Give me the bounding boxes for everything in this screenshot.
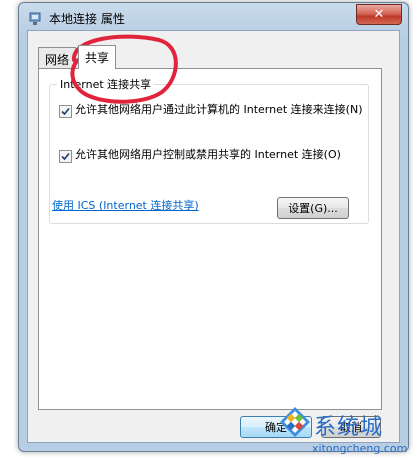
tab-sharing[interactable]: 共享 xyxy=(78,45,117,69)
allow-control-label: 允许其他网络用户控制或禁用共享的 Internet 连接(O) xyxy=(75,148,341,161)
network-adapter-icon xyxy=(28,11,42,25)
properties-dialog: 本地连接 属性 ✕ 网络 共享 允许其他网络用户通过此计算机的 Internet… xyxy=(18,2,409,452)
tab-network[interactable]: 网络 xyxy=(38,47,77,68)
windows-logo-icon xyxy=(280,407,310,437)
sharing-tab-panel: 允许其他网络用户通过此计算机的 Internet 连接来连接(N) 允许其他网络… xyxy=(38,68,382,410)
close-icon: ✕ xyxy=(373,7,385,22)
checkmark-icon xyxy=(61,107,70,116)
tab-network-label: 网络 xyxy=(45,53,70,67)
allow-connect-label: 允许其他网络用户通过此计算机的 Internet 连接来连接(N) xyxy=(75,103,363,116)
watermark-url: xitongcheng.com xyxy=(312,442,408,455)
tab-sharing-label: 共享 xyxy=(85,51,110,65)
settings-button[interactable]: 设置(G)... xyxy=(277,197,349,219)
site-watermark: 系统城 xitongcheng.com xyxy=(278,405,408,462)
allow-control-checkbox[interactable] xyxy=(59,150,72,163)
close-button[interactable]: ✕ xyxy=(356,4,402,25)
ics-help-link[interactable]: 使用 ICS (Internet 连接共享) xyxy=(52,197,199,213)
title-bar[interactable]: 本地连接 属性 ✕ xyxy=(19,3,408,31)
checkmark-icon xyxy=(61,152,70,161)
ics-group-label: Internet 连接共享 xyxy=(57,76,155,92)
window-title: 本地连接 属性 xyxy=(49,12,125,26)
watermark-brand: 系统城 xyxy=(314,415,384,440)
dialog-content: 网络 共享 允许其他网络用户通过此计算机的 Internet 连接来连接(N) … xyxy=(27,30,400,443)
settings-button-label: 设置(G)... xyxy=(288,202,338,215)
allow-connect-checkbox[interactable] xyxy=(59,105,72,118)
